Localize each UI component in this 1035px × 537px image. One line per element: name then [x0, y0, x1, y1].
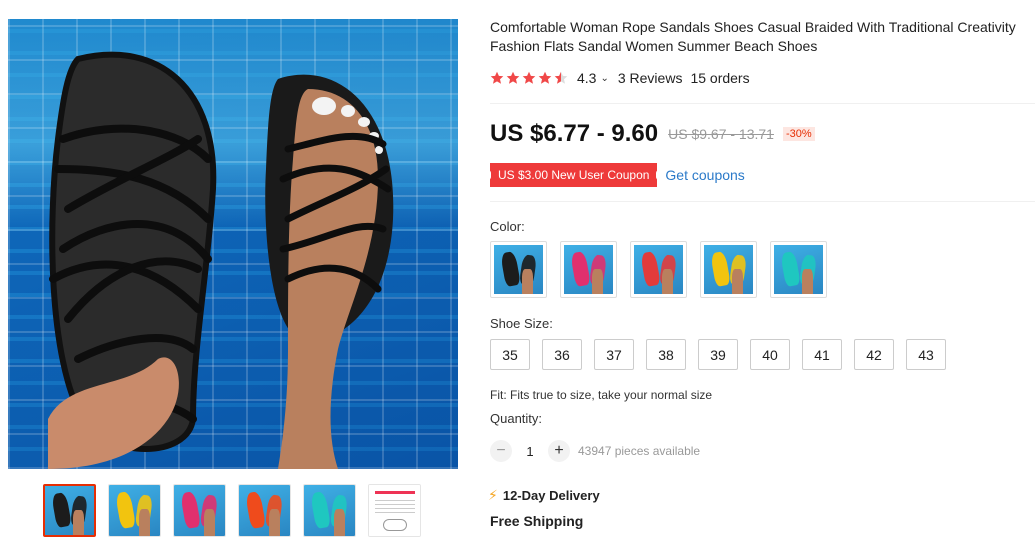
size-option[interactable]: 40 [750, 339, 790, 370]
product-title-line2: Fashion Flats Sandal Women Summer Beach … [490, 38, 818, 54]
star-half-icon [554, 71, 568, 85]
new-user-coupon-badge[interactable]: US $3.00 New User Coupon [487, 163, 660, 187]
star-icon [506, 71, 520, 85]
color-option-red[interactable] [630, 241, 687, 298]
product-title: Comfortable Woman Rope Sandals Shoes Cas… [490, 18, 1035, 58]
size-option[interactable]: 37 [594, 339, 634, 370]
thumbnail-swatch [239, 485, 290, 536]
size-option[interactable]: 35 [490, 339, 530, 370]
size-option[interactable]: 39 [698, 339, 738, 370]
color-label: Color: [490, 219, 525, 234]
sandal-illustration [48, 51, 394, 469]
star-rating [490, 71, 568, 85]
color-option-teal[interactable] [770, 241, 827, 298]
increase-quantity-button[interactable]: + [548, 440, 570, 462]
size-options: 35 36 37 38 39 40 41 42 43 [490, 339, 946, 370]
get-coupons-link[interactable]: Get coupons [665, 167, 744, 183]
color-swatch [704, 245, 753, 294]
product-title-line1: Comfortable Woman Rope Sandals Shoes Cas… [490, 19, 1016, 35]
chevron-down-icon[interactable]: ⌄ [600, 73, 608, 84]
thumbnail-swatch [174, 485, 225, 536]
star-icon [490, 71, 504, 85]
thumbnail-size-chart[interactable] [368, 484, 421, 537]
thumbnail-strip [43, 484, 421, 537]
thumbnail-swatch [369, 485, 420, 536]
current-price: US $6.77 - 9.60 [490, 120, 659, 147]
size-option[interactable]: 36 [542, 339, 582, 370]
color-swatch [564, 245, 613, 294]
divider [490, 103, 1035, 104]
thumbnail-rose[interactable] [173, 484, 226, 537]
divider [490, 201, 1035, 202]
thumbnail-black[interactable] [43, 484, 96, 537]
delivery-time: 12-Day Delivery [502, 488, 600, 503]
thumbnail-yellow[interactable] [108, 484, 161, 537]
fit-note: Fit: Fits true to size, take your normal… [490, 388, 713, 402]
thumbnail-swatch [109, 485, 160, 536]
decrease-quantity-button[interactable]: − [490, 440, 512, 462]
thumbnail-swatch [304, 485, 355, 536]
delivery-truck-icon: ⚡ [488, 487, 498, 503]
coupon-row: US $3.00 New User Coupon Get coupons [487, 163, 745, 187]
thumbnail-orange[interactable] [238, 484, 291, 537]
color-option-yellow[interactable] [700, 241, 757, 298]
size-option[interactable]: 38 [646, 339, 686, 370]
star-icon [522, 71, 536, 85]
delivery-info: ⚡ 12-Day Delivery [488, 487, 600, 504]
rating-row: 4.3 ⌄ 3 Reviews 15 orders [490, 68, 1035, 88]
price-row: US $6.77 - 9.60 US $9.67 - 13.71 -30% [490, 120, 815, 148]
color-option-rose[interactable] [560, 241, 617, 298]
main-product-image[interactable] [8, 19, 458, 469]
color-option-black[interactable] [490, 241, 547, 298]
free-shipping: Free Shipping [490, 513, 584, 529]
shoe-size-label: Shoe Size: [490, 316, 553, 331]
quantity-label: Quantity: [490, 411, 543, 426]
thumbnail-teal[interactable] [303, 484, 356, 537]
color-options [490, 241, 827, 298]
color-swatch [634, 245, 683, 294]
size-option[interactable]: 41 [802, 339, 842, 370]
thumbnail-swatch [45, 486, 94, 535]
quantity-stepper: − 1 + 43947 pieces available [490, 440, 700, 462]
product-info: Comfortable Woman Rope Sandals Shoes Cas… [490, 18, 1035, 88]
quantity-value[interactable]: 1 [512, 444, 548, 459]
rating-value[interactable]: 4.3 [577, 70, 596, 86]
color-swatch [494, 245, 543, 294]
size-option[interactable]: 42 [854, 339, 894, 370]
size-option[interactable]: 43 [906, 339, 946, 370]
discount-badge: -30% [782, 127, 815, 141]
star-icon [538, 71, 552, 85]
original-price: US $9.67 - 13.71 [668, 126, 774, 142]
orders-count: 15 orders [690, 70, 750, 86]
color-swatch [774, 245, 823, 294]
reviews-link[interactable]: 3 Reviews [618, 70, 683, 86]
stock-available: 43947 pieces available [578, 444, 701, 458]
